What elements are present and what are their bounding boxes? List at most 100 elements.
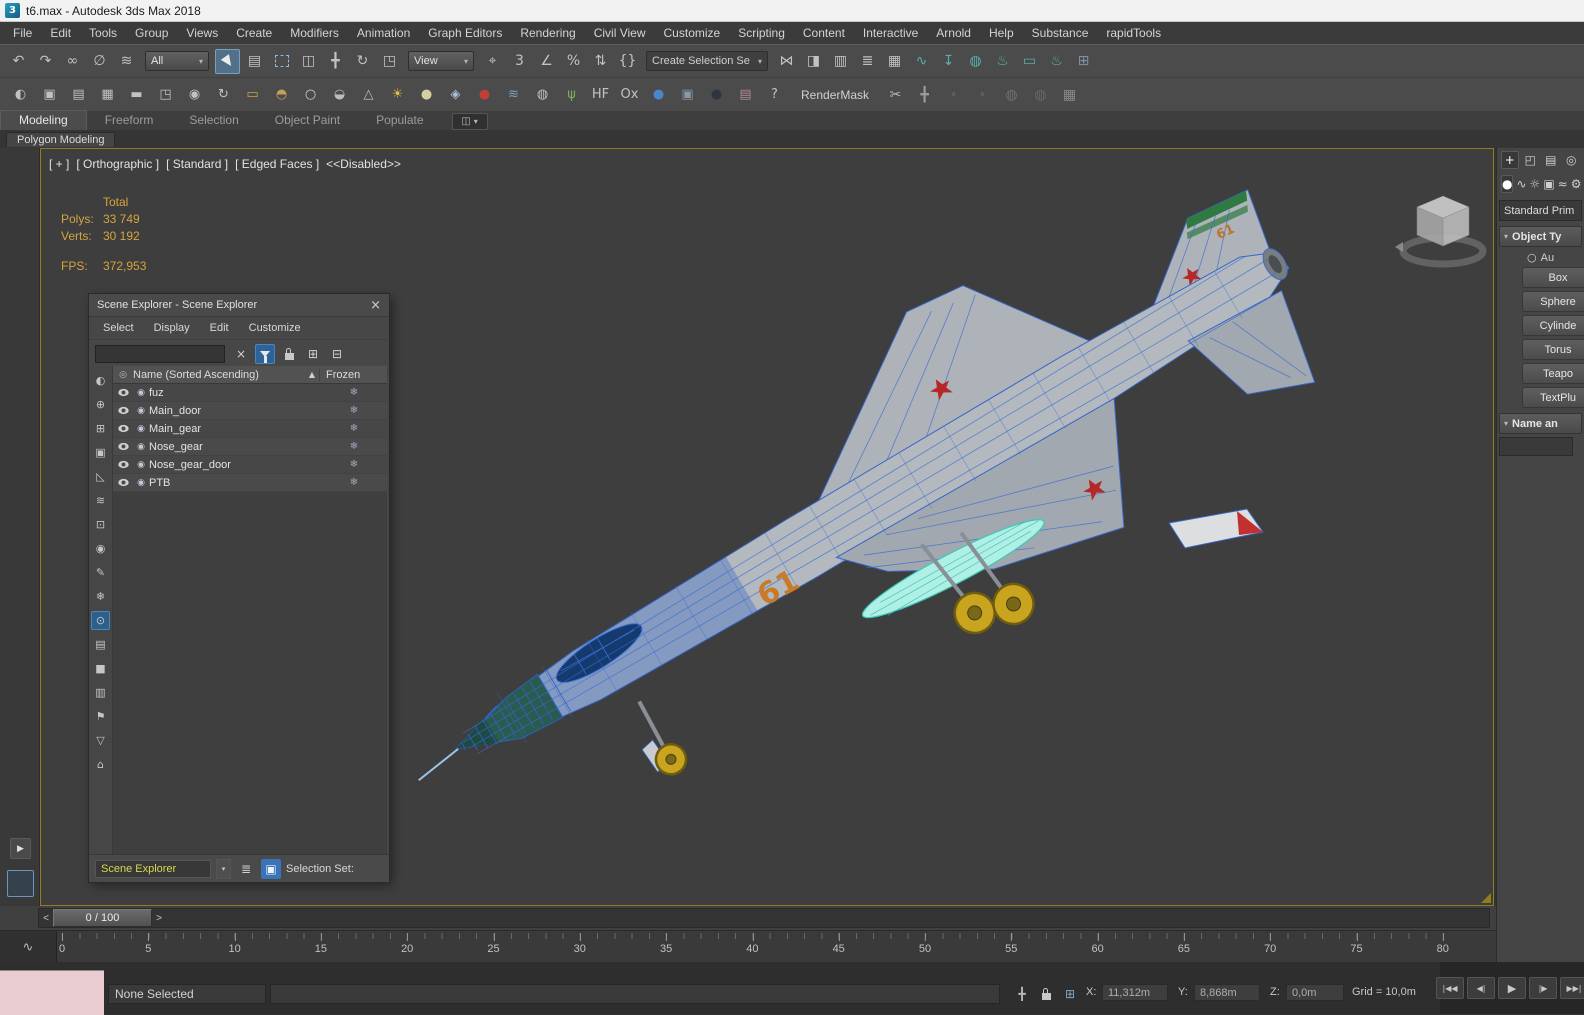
header-type-icon[interactable]: ◎: [113, 370, 133, 380]
z-coord-field[interactable]: 0,0m: [1286, 984, 1344, 1001]
Nose_gear[interactable]: ◉ Nose_gear ❄: [113, 438, 387, 456]
hemisphere-tool-icon[interactable]: ◒: [327, 82, 352, 107]
se-display-lights-icon[interactable]: ▣: [91, 443, 110, 462]
menu-interactive[interactable]: Interactive: [854, 22, 927, 44]
undo-icon[interactable]: ↶: [6, 49, 31, 74]
checker-sphere-icon[interactable]: ◍: [530, 82, 555, 107]
frozen-snowflake-icon[interactable]: ❄: [321, 459, 387, 470]
transform-gizmo-toggle-icon[interactable]: ╋: [1012, 984, 1032, 1004]
create-teapot-button[interactable]: Teapo: [1522, 363, 1584, 384]
menu-civil-view[interactable]: Civil View: [585, 22, 655, 44]
selection-lock-icon[interactable]: [1036, 984, 1056, 1004]
y-coord-field[interactable]: 8,868m: [1194, 984, 1260, 1001]
se-display-helpers-icon[interactable]: ≋: [91, 491, 110, 510]
ribbon-tab-freeform[interactable]: Freeform: [87, 111, 172, 130]
redo-icon[interactable]: ↷: [33, 49, 58, 74]
layers-icon[interactable]: ≣: [236, 859, 256, 879]
soft-sphere1-icon[interactable]: ◍: [999, 82, 1024, 107]
lattice-icon[interactable]: ◈: [443, 82, 468, 107]
time-slider-prev[interactable]: <: [39, 913, 53, 924]
ribbon-tab-modeling[interactable]: Modeling: [0, 110, 87, 130]
expand-panel-button[interactable]: ▶: [10, 838, 31, 859]
se-menu-select[interactable]: Select: [95, 322, 142, 334]
se-display-bones-icon[interactable]: ■: [91, 659, 110, 678]
se-filter-icon[interactable]: [255, 344, 275, 364]
frozen-snowflake-icon[interactable]: ❄: [321, 423, 387, 434]
align-icon[interactable]: ◨: [801, 49, 826, 74]
se-display-materials-icon[interactable]: ▤: [91, 635, 110, 654]
help-icon[interactable]: ?: [762, 82, 787, 107]
close-icon[interactable]: ×: [370, 299, 381, 312]
se-display-containers-icon[interactable]: ▥: [91, 683, 110, 702]
frozen-snowflake-icon[interactable]: ❄: [321, 441, 387, 452]
se-display-cameras-icon[interactable]: ◺: [91, 467, 110, 486]
go-to-end-button[interactable]: ▶▶|: [1560, 977, 1584, 999]
column-header-frozen[interactable]: Frozen: [319, 368, 387, 381]
menu-edit[interactable]: Edit: [41, 22, 80, 44]
select-and-scale-icon[interactable]: ◳: [377, 49, 402, 74]
name-color-rollout[interactable]: ▾ Name an: [1499, 413, 1582, 434]
layer-explorer-icon[interactable]: ≣: [855, 49, 880, 74]
render-grid-icon[interactable]: ⊞: [1071, 49, 1096, 74]
play-button[interactable]: ▶: [1498, 977, 1526, 999]
spacing-tool-icon[interactable]: ↻: [211, 82, 236, 107]
menu-create[interactable]: Create: [227, 22, 281, 44]
cone-tool-icon[interactable]: △: [356, 82, 381, 107]
ribbon-tab-object-paint[interactable]: Object Paint: [257, 111, 358, 130]
hierarchy-tab-icon[interactable]: ▤: [1542, 151, 1559, 169]
viewport-layout-tab[interactable]: [7, 870, 34, 897]
selection-region-icon[interactable]: [269, 49, 294, 74]
select-and-link-icon[interactable]: ∞: [60, 49, 85, 74]
previous-frame-button[interactable]: ◀|: [1467, 977, 1495, 999]
create-torus-button[interactable]: Torus: [1522, 339, 1584, 360]
menu-arnold[interactable]: Arnold: [927, 22, 980, 44]
time-slider-handle[interactable]: 0 / 100: [53, 909, 152, 927]
menu-rapidtools[interactable]: rapidTools: [1097, 22, 1170, 44]
menu-modifiers[interactable]: Modifiers: [281, 22, 348, 44]
object-name-field[interactable]: [1499, 437, 1573, 456]
visibility-eye-icon[interactable]: [117, 388, 129, 397]
edit-named-selections-icon[interactable]: {}: [615, 49, 640, 74]
scissors-icon[interactable]: ✂: [883, 82, 908, 107]
rendered-frame-window-icon[interactable]: ▭: [1017, 49, 1042, 74]
create-tab-icon[interactable]: +: [1501, 151, 1519, 169]
visibility-eye-icon[interactable]: [117, 460, 129, 469]
named-views-icon[interactable]: ▤: [66, 82, 91, 107]
spacewarps-category-icon[interactable]: ≈: [1558, 175, 1568, 193]
scene-explorer-window[interactable]: Scene Explorer - Scene Explorer × Select…: [89, 294, 389, 882]
select-object-icon[interactable]: [215, 48, 240, 74]
viewport-canvas-icon[interactable]: ▣: [37, 82, 62, 107]
grid-settings-icon[interactable]: ▦: [95, 82, 120, 107]
ribbon-config-button[interactable]: ◫ ▾: [451, 113, 488, 130]
PTB[interactable]: ◉ PTB ❄: [113, 474, 387, 492]
asset-browser-icon[interactable]: ◐: [8, 82, 33, 107]
visibility-eye-icon[interactable]: [117, 424, 129, 433]
se-display-spacewarps-icon[interactable]: ⊡: [91, 515, 110, 534]
motion-tab-icon[interactable]: ◎: [1563, 151, 1580, 169]
modify-tab-icon[interactable]: ◰: [1522, 151, 1539, 169]
dark-sphere-icon[interactable]: ●: [704, 82, 729, 107]
column-header-name[interactable]: Name (Sorted Ascending) ▲: [133, 369, 319, 381]
schematic-view-icon[interactable]: ↧: [936, 49, 961, 74]
viewport-disabled-flag[interactable]: <<Disabled>>: [326, 157, 401, 171]
next-frame-button[interactable]: |▶: [1529, 977, 1557, 999]
snapshot-icon[interactable]: ◉: [182, 82, 207, 107]
reference-coordinate-dropdown[interactable]: View ▾: [408, 51, 474, 71]
menu-graph-editors[interactable]: Graph Editors: [419, 22, 511, 44]
mirror-icon[interactable]: ⋈: [774, 49, 799, 74]
fuz[interactable]: ◉ fuz ❄: [113, 384, 387, 402]
rendermask-label[interactable]: RenderMask: [801, 88, 869, 102]
menu-animation[interactable]: Animation: [348, 22, 419, 44]
se-display-roots-icon[interactable]: ⌂: [91, 755, 110, 774]
absolute-mode-icon[interactable]: ⊞: [1060, 984, 1080, 1004]
create-box-button[interactable]: Box: [1522, 267, 1584, 288]
viewcube[interactable]: [1383, 175, 1503, 285]
se-display-flags-icon[interactable]: ⚑: [91, 707, 110, 726]
scene-explorer-titlebar[interactable]: Scene Explorer - Scene Explorer ×: [89, 294, 389, 317]
stack-icon[interactable]: ▤: [733, 82, 758, 107]
selection-filter-dropdown[interactable]: All ▾: [145, 51, 209, 71]
se-clear-search-icon[interactable]: ×: [231, 344, 251, 364]
viewport-menu-style[interactable]: [ Standard ]: [166, 157, 228, 171]
track-bar[interactable]: ∿ 0 5 10 15 20 25 30 35 40 45 50 55 60 65 70 75 80: [0, 930, 1496, 963]
soft-sphere2-icon[interactable]: ◍: [1028, 82, 1053, 107]
